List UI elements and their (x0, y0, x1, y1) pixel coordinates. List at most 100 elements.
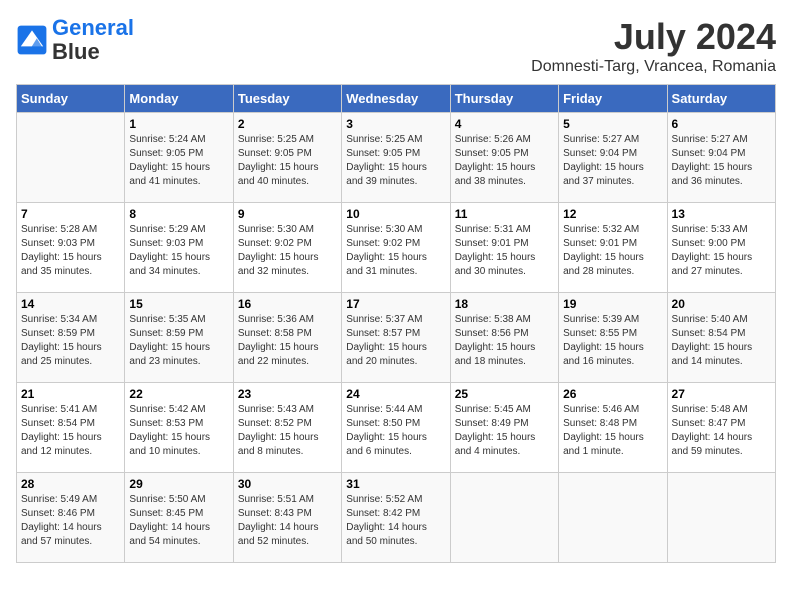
day-cell (450, 473, 558, 563)
page-header: GeneralBlue July 2024 Domnesti-Targ, Vra… (16, 16, 776, 76)
day-info: Sunrise: 5:49 AM Sunset: 8:46 PM Dayligh… (21, 493, 120, 549)
day-number: 16 (238, 297, 337, 311)
day-cell: 1 Sunrise: 5:24 AM Sunset: 9:05 PM Daylig… (125, 113, 233, 203)
day-info: Sunrise: 5:52 AM Sunset: 8:42 PM Dayligh… (346, 493, 445, 549)
day-cell: 15 Sunrise: 5:35 AM Sunset: 8:59 PM Dayli… (125, 293, 233, 383)
calendar-header: SundayMondayTuesdayWednesdayThursdayFrid… (17, 85, 776, 113)
day-number: 12 (563, 207, 662, 221)
day-cell: 5 Sunrise: 5:27 AM Sunset: 9:04 PM Daylig… (559, 113, 667, 203)
day-number: 26 (563, 387, 662, 401)
day-number: 4 (455, 117, 554, 131)
logo-icon (16, 24, 48, 56)
location-title: Domnesti-Targ, Vrancea, Romania (531, 58, 776, 76)
title-block: July 2024 Domnesti-Targ, Vrancea, Romani… (531, 16, 776, 76)
day-cell: 14 Sunrise: 5:34 AM Sunset: 8:59 PM Dayli… (17, 293, 125, 383)
week-row-5: 28 Sunrise: 5:49 AM Sunset: 8:46 PM Dayli… (17, 473, 776, 563)
day-info: Sunrise: 5:26 AM Sunset: 9:05 PM Dayligh… (455, 133, 554, 189)
day-info: Sunrise: 5:44 AM Sunset: 8:50 PM Dayligh… (346, 403, 445, 459)
day-number: 17 (346, 297, 445, 311)
day-cell: 19 Sunrise: 5:39 AM Sunset: 8:55 PM Dayli… (559, 293, 667, 383)
day-info: Sunrise: 5:50 AM Sunset: 8:45 PM Dayligh… (129, 493, 228, 549)
day-cell (17, 113, 125, 203)
day-number: 3 (346, 117, 445, 131)
day-number: 8 (129, 207, 228, 221)
header-row: SundayMondayTuesdayWednesdayThursdayFrid… (17, 85, 776, 113)
day-info: Sunrise: 5:34 AM Sunset: 8:59 PM Dayligh… (21, 313, 120, 369)
logo-text: GeneralBlue (52, 16, 134, 64)
day-cell: 20 Sunrise: 5:40 AM Sunset: 8:54 PM Dayli… (667, 293, 775, 383)
week-row-4: 21Sunrise: 5:41 AM Sunset: 8:54 PM Dayli… (17, 383, 776, 473)
week-row-2: 7 Sunrise: 5:28 AM Sunset: 9:03 PM Daylig… (17, 203, 776, 293)
day-number: 31 (346, 477, 445, 491)
day-cell: 29Sunrise: 5:50 AM Sunset: 8:45 PM Dayli… (125, 473, 233, 563)
day-cell: 27Sunrise: 5:48 AM Sunset: 8:47 PM Dayli… (667, 383, 775, 473)
day-info: Sunrise: 5:42 AM Sunset: 8:53 PM Dayligh… (129, 403, 228, 459)
day-info: Sunrise: 5:28 AM Sunset: 9:03 PM Dayligh… (21, 223, 120, 279)
day-info: Sunrise: 5:24 AM Sunset: 9:05 PM Dayligh… (129, 133, 228, 189)
day-number: 1 (129, 117, 228, 131)
day-info: Sunrise: 5:27 AM Sunset: 9:04 PM Dayligh… (672, 133, 771, 189)
day-cell: 16Sunrise: 5:36 AM Sunset: 8:58 PM Dayli… (233, 293, 341, 383)
day-number: 21 (21, 387, 120, 401)
day-cell: 9 Sunrise: 5:30 AM Sunset: 9:02 PM Daylig… (233, 203, 341, 293)
day-cell: 17Sunrise: 5:37 AM Sunset: 8:57 PM Dayli… (342, 293, 450, 383)
day-info: Sunrise: 5:27 AM Sunset: 9:04 PM Dayligh… (563, 133, 662, 189)
day-cell: 30Sunrise: 5:51 AM Sunset: 8:43 PM Dayli… (233, 473, 341, 563)
day-info: Sunrise: 5:33 AM Sunset: 9:00 PM Dayligh… (672, 223, 771, 279)
day-cell: 6 Sunrise: 5:27 AM Sunset: 9:04 PM Daylig… (667, 113, 775, 203)
day-info: Sunrise: 5:35 AM Sunset: 8:59 PM Dayligh… (129, 313, 228, 369)
day-info: Sunrise: 5:40 AM Sunset: 8:54 PM Dayligh… (672, 313, 771, 369)
day-cell: 21Sunrise: 5:41 AM Sunset: 8:54 PM Dayli… (17, 383, 125, 473)
day-number: 5 (563, 117, 662, 131)
day-info: Sunrise: 5:38 AM Sunset: 8:56 PM Dayligh… (455, 313, 554, 369)
day-cell (667, 473, 775, 563)
day-number: 28 (21, 477, 120, 491)
day-cell: 8 Sunrise: 5:29 AM Sunset: 9:03 PM Daylig… (125, 203, 233, 293)
day-info: Sunrise: 5:30 AM Sunset: 9:02 PM Dayligh… (346, 223, 445, 279)
day-info: Sunrise: 5:25 AM Sunset: 9:05 PM Dayligh… (238, 133, 337, 189)
day-info: Sunrise: 5:29 AM Sunset: 9:03 PM Dayligh… (129, 223, 228, 279)
day-number: 14 (21, 297, 120, 311)
day-cell: 26Sunrise: 5:46 AM Sunset: 8:48 PM Dayli… (559, 383, 667, 473)
week-row-3: 14 Sunrise: 5:34 AM Sunset: 8:59 PM Dayli… (17, 293, 776, 383)
day-cell (559, 473, 667, 563)
day-number: 7 (21, 207, 120, 221)
day-number: 25 (455, 387, 554, 401)
week-row-1: 1 Sunrise: 5:24 AM Sunset: 9:05 PM Daylig… (17, 113, 776, 203)
header-cell-tuesday: Tuesday (233, 85, 341, 113)
day-cell: 25Sunrise: 5:45 AM Sunset: 8:49 PM Dayli… (450, 383, 558, 473)
header-cell-saturday: Saturday (667, 85, 775, 113)
day-info: Sunrise: 5:30 AM Sunset: 9:02 PM Dayligh… (238, 223, 337, 279)
day-info: Sunrise: 5:39 AM Sunset: 8:55 PM Dayligh… (563, 313, 662, 369)
day-number: 13 (672, 207, 771, 221)
calendar-body: 1 Sunrise: 5:24 AM Sunset: 9:05 PM Daylig… (17, 113, 776, 563)
day-info: Sunrise: 5:32 AM Sunset: 9:01 PM Dayligh… (563, 223, 662, 279)
day-number: 24 (346, 387, 445, 401)
day-number: 20 (672, 297, 771, 311)
day-number: 9 (238, 207, 337, 221)
header-cell-friday: Friday (559, 85, 667, 113)
day-cell: 28 Sunrise: 5:49 AM Sunset: 8:46 PM Dayli… (17, 473, 125, 563)
day-cell: 23Sunrise: 5:43 AM Sunset: 8:52 PM Dayli… (233, 383, 341, 473)
day-cell: 13 Sunrise: 5:33 AM Sunset: 9:00 PM Dayli… (667, 203, 775, 293)
day-cell: 11 Sunrise: 5:31 AM Sunset: 9:01 PM Dayli… (450, 203, 558, 293)
day-cell: 4 Sunrise: 5:26 AM Sunset: 9:05 PM Daylig… (450, 113, 558, 203)
day-info: Sunrise: 5:51 AM Sunset: 8:43 PM Dayligh… (238, 493, 337, 549)
month-title: July 2024 (531, 16, 776, 58)
logo: GeneralBlue (16, 16, 134, 64)
day-number: 15 (129, 297, 228, 311)
day-cell: 12 Sunrise: 5:32 AM Sunset: 9:01 PM Dayli… (559, 203, 667, 293)
day-info: Sunrise: 5:31 AM Sunset: 9:01 PM Dayligh… (455, 223, 554, 279)
day-number: 6 (672, 117, 771, 131)
header-cell-wednesday: Wednesday (342, 85, 450, 113)
day-number: 27 (672, 387, 771, 401)
day-number: 19 (563, 297, 662, 311)
day-cell: 31 Sunrise: 5:52 AM Sunset: 8:42 PM Dayli… (342, 473, 450, 563)
header-cell-thursday: Thursday (450, 85, 558, 113)
day-cell: 24 Sunrise: 5:44 AM Sunset: 8:50 PM Dayli… (342, 383, 450, 473)
day-number: 22 (129, 387, 228, 401)
day-number: 23 (238, 387, 337, 401)
header-cell-sunday: Sunday (17, 85, 125, 113)
calendar-table: SundayMondayTuesdayWednesdayThursdayFrid… (16, 84, 776, 563)
day-number: 11 (455, 207, 554, 221)
